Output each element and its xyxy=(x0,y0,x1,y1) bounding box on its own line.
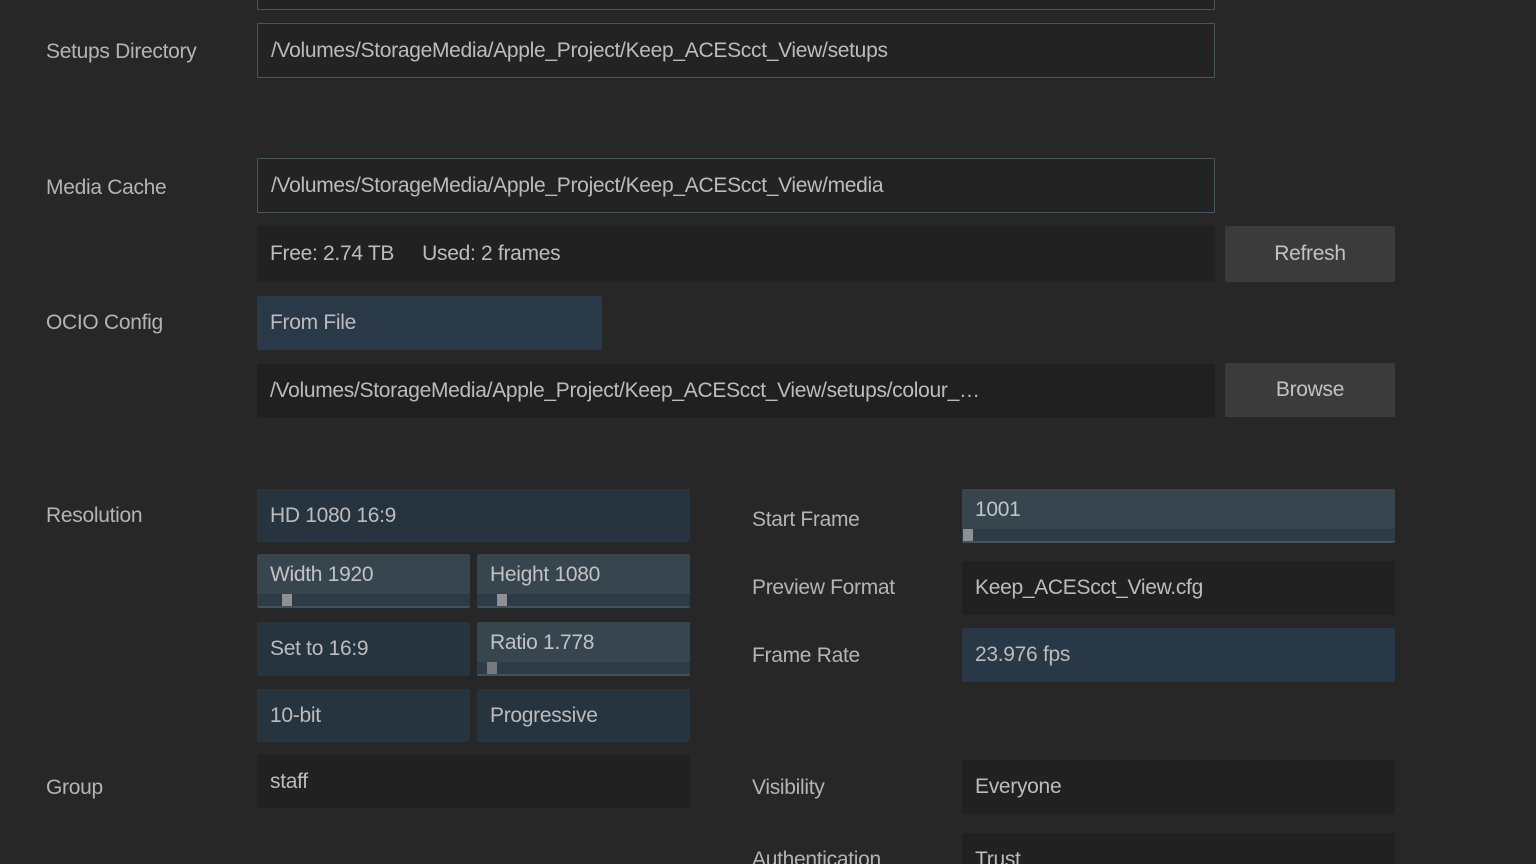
ratio-slider-track[interactable] xyxy=(477,662,690,674)
bit-depth-dropdown[interactable]: 10-bit xyxy=(257,689,470,742)
width-field[interactable]: Width 1920 xyxy=(257,554,470,608)
start-frame-label: Start Frame xyxy=(752,493,860,547)
group-label: Group xyxy=(46,761,103,814)
refresh-button[interactable]: Refresh xyxy=(1225,226,1395,282)
cut-off-top-field[interactable] xyxy=(257,0,1215,10)
height-value: Height 1080 xyxy=(477,554,690,596)
browse-button[interactable]: Browse xyxy=(1225,363,1395,417)
visibility-label: Visibility xyxy=(752,761,824,814)
project-settings-panel: Setups Directory /Volumes/StorageMedia/A… xyxy=(0,0,1536,864)
authentication-field: Trust xyxy=(962,833,1395,864)
frame-rate-dropdown[interactable]: 23.976 fps xyxy=(962,628,1395,682)
width-value: Width 1920 xyxy=(257,554,470,596)
preview-format-field: Keep_ACEScct_View.cfg xyxy=(962,561,1395,615)
group-field: staff xyxy=(257,755,690,808)
setups-directory-input[interactable]: /Volumes/StorageMedia/Apple_Project/Keep… xyxy=(257,23,1215,78)
height-slider-track[interactable] xyxy=(477,594,690,606)
media-cache-usage-bar: Free: 2.74 TB Used: 2 frames xyxy=(257,226,1215,282)
ocio-mode-dropdown[interactable]: From File xyxy=(257,296,602,350)
height-field[interactable]: Height 1080 xyxy=(477,554,690,608)
width-slider-track[interactable] xyxy=(257,594,470,606)
resolution-label: Resolution xyxy=(46,489,142,542)
ratio-slider-handle[interactable] xyxy=(487,662,497,674)
ocio-config-label: OCIO Config xyxy=(46,296,163,350)
scan-mode-dropdown[interactable]: Progressive xyxy=(477,689,690,742)
preview-format-label: Preview Format xyxy=(752,561,895,615)
used-space-text: Used: 2 frames xyxy=(422,242,560,266)
resolution-preset-dropdown[interactable]: HD 1080 16:9 xyxy=(257,489,690,542)
start-frame-slider-handle[interactable] xyxy=(963,529,973,541)
start-frame-value: 1001 xyxy=(962,489,1395,531)
media-cache-input[interactable]: /Volumes/StorageMedia/Apple_Project/Keep… xyxy=(257,158,1215,213)
ratio-value: Ratio 1.778 xyxy=(477,622,690,664)
visibility-field: Everyone xyxy=(962,760,1395,814)
height-slider-handle[interactable] xyxy=(497,594,507,606)
free-space-text: Free: 2.74 TB xyxy=(270,242,394,266)
set-to-169-button[interactable]: Set to 16:9 xyxy=(257,622,470,676)
frame-rate-label: Frame Rate xyxy=(752,629,860,683)
authentication-label: Authentication xyxy=(752,833,881,864)
start-frame-slider-track[interactable] xyxy=(962,529,1395,541)
setups-directory-label: Setups Directory xyxy=(46,25,196,79)
start-frame-field[interactable]: 1001 xyxy=(962,489,1395,543)
ocio-path-field: /Volumes/StorageMedia/Apple_Project/Keep… xyxy=(257,364,1215,418)
ratio-field[interactable]: Ratio 1.778 xyxy=(477,622,690,676)
media-cache-label: Media Cache xyxy=(46,161,166,215)
width-slider-handle[interactable] xyxy=(282,594,292,606)
